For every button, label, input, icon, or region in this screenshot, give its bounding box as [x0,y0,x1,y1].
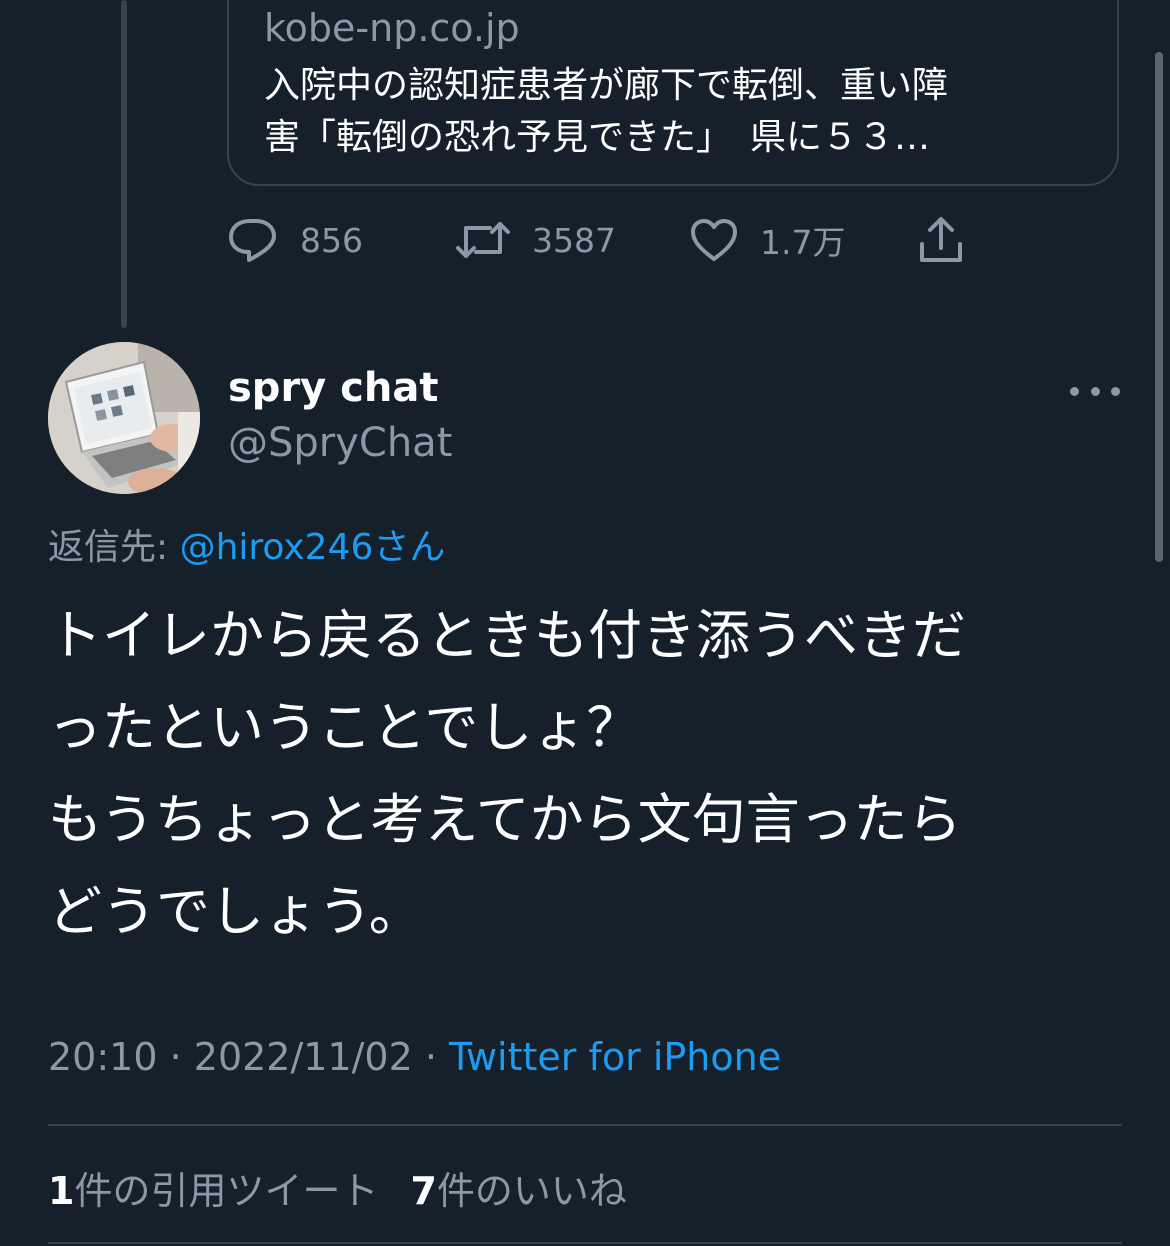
tweet-text-line: もうちょっと考えてから文句言ったら [48,788,962,851]
tweet-metadata: 20:10 · 2022/11/02 · Twitter for iPhone [48,1035,781,1079]
quote-count: 1 [48,1169,75,1213]
reply-mention-link[interactable]: @hirox246 [180,527,374,568]
tweet-text: トイレから戻るときも付き添うべきだ ったということでしょ？ もうちょっと考えてか… [48,590,1128,958]
link-title[interactable]: 入院中の認知症患者が廊下で転倒、重い障 害「転倒の恐れ予見できた」 県に５３… [264,60,1084,164]
likes-link[interactable]: 7件のいいね [410,1169,626,1213]
avatar[interactable] [48,342,200,494]
retweet-count: 3587 [532,220,616,260]
reply-to-line: 返信先: @hirox246さん [48,518,445,570]
thread-connector-line [121,0,127,328]
tweet-text-line: ったということでしょ？ [48,696,641,759]
scrollbar[interactable] [1155,52,1163,562]
share-icon [918,216,964,264]
like-button[interactable]: 1.7万 [690,210,845,270]
divider [48,1242,1122,1244]
more-options-icon[interactable] [1070,376,1120,406]
reply-prefix: 返信先: [48,527,180,568]
tweet-text-line: トイレから戻るときも付き添うべきだ [48,604,966,667]
user-handle[interactable]: @SpryChat [228,420,452,466]
tweet-stats: 1件の引用ツイート 7件のいいね [48,1160,627,1215]
tweet-source-link[interactable]: Twitter for iPhone [449,1035,781,1079]
reply-button[interactable]: 856 [228,210,363,270]
reply-mention-suffix[interactable]: さん [373,527,445,568]
retweet-icon [456,220,510,260]
reply-icon [228,217,278,263]
retweet-button[interactable]: 3587 [456,210,616,270]
tweet-time: 20:10 [48,1035,158,1079]
tweet-text-line: どうでしょう。 [48,880,423,943]
quote-label: 件の引用ツイート [74,1169,379,1213]
likes-label: 件のいいね [436,1169,627,1213]
share-button[interactable] [918,210,964,270]
link-title-line: 入院中の認知症患者が廊下で転倒、重い障 [264,65,949,106]
display-name[interactable]: spry chat [228,365,438,411]
tweet-action-bar: 856 3587 1.7万 [0,210,1170,270]
meta-separator: · [157,1035,194,1079]
link-domain: kobe-np.co.jp [264,6,520,50]
heart-icon [690,218,738,262]
tweet-date: 2022/11/02 [193,1035,413,1079]
meta-separator: · [412,1035,450,1079]
likes-count: 7 [410,1169,437,1213]
reply-count: 856 [300,220,363,260]
link-title-line: 害「転倒の恐れ予見できた」 県に５３… [264,117,931,158]
divider [48,1124,1122,1126]
like-count: 1.7万 [760,223,846,262]
quote-tweets-link[interactable]: 1件の引用ツイート [48,1169,378,1213]
